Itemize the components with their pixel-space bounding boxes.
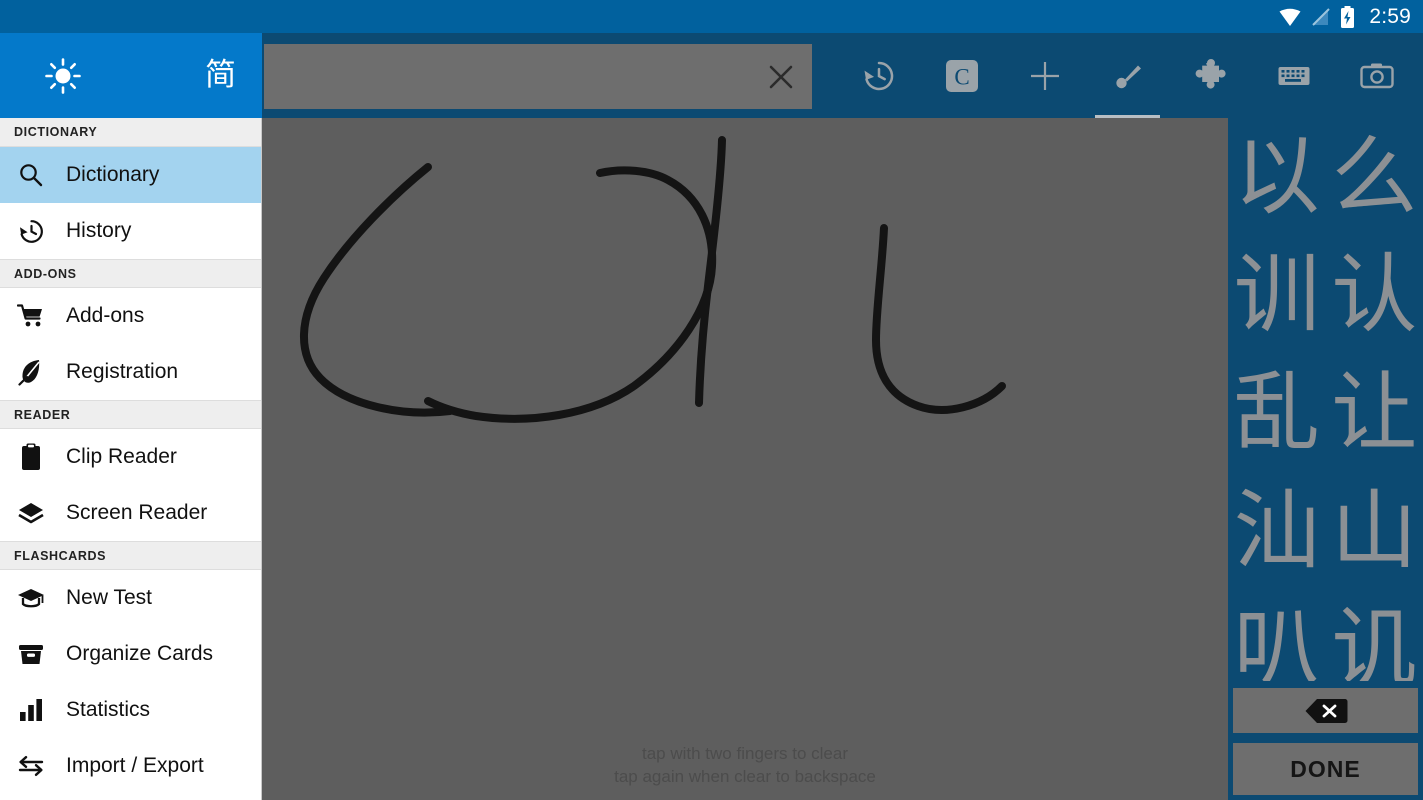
drawer-header: 简 [0, 33, 262, 118]
history-icon [864, 61, 893, 90]
status-bar: 2:59 [0, 0, 1423, 33]
candidate-panel: 以 么 训 认 乱 让 汕 山 叭 讥 DONE [1228, 118, 1423, 800]
ink-strokes [300, 136, 1006, 423]
sidebar-item-label: Screen Reader [66, 501, 208, 524]
candidate-char[interactable]: 以 [1228, 118, 1326, 236]
sidebar-item-history[interactable]: History [0, 203, 261, 259]
sidebar-item-label: Statistics [66, 698, 151, 721]
sidebar-navigation: DICTIONARY Dictionary History ADD-ONS Ad… [0, 118, 262, 800]
language-toggle-button[interactable]: 简 [205, 60, 236, 91]
search-icon [14, 160, 48, 190]
sidebar-section-header-flashcards: FLASHCARDS [0, 541, 261, 570]
candidate-char[interactable]: 汕 [1228, 472, 1326, 590]
close-icon [769, 65, 793, 88]
sidebar-item-label: Registration [66, 360, 179, 383]
candidate-char[interactable]: 讥 [1326, 590, 1423, 681]
sidebar-section-header-dictionary: DICTIONARY [0, 118, 261, 147]
sidebar-item-add-ons[interactable]: Add-ons [0, 288, 261, 344]
clear-search-button[interactable] [758, 54, 804, 100]
search-input[interactable] [280, 63, 758, 90]
sidebar-item-clip-reader[interactable]: Clip Reader [0, 429, 261, 485]
sidebar-item-dictionary[interactable]: Dictionary [0, 147, 261, 203]
tab-add[interactable] [1003, 33, 1086, 118]
signal-off-icon [1312, 7, 1331, 26]
sidebar-item-statistics[interactable]: Statistics [0, 682, 261, 738]
battery-charging-icon [1341, 5, 1355, 28]
candidate-char[interactable]: 训 [1228, 236, 1326, 354]
feather-icon [14, 357, 48, 387]
candidate-char[interactable]: 乱 [1228, 354, 1326, 472]
letter-c-icon: C [945, 59, 978, 92]
app-root: 2:59 简 DICTIONARY Dictionary History ADD… [0, 0, 1423, 800]
sidebar-item-registration[interactable]: Registration [0, 344, 261, 400]
cart-icon [14, 301, 48, 331]
clipboard-icon [14, 442, 48, 472]
sidebar-item-organize-cards[interactable]: Organize Cards [0, 626, 261, 682]
sidebar-item-label: Organize Cards [66, 642, 214, 665]
sidebar-item-label: Import / Export [66, 754, 204, 777]
sidebar-item-label: New Test [66, 586, 152, 609]
tool-tabs: C [837, 33, 1423, 118]
sun-icon[interactable] [44, 57, 82, 95]
sidebar-section-header-reader: READER [0, 400, 261, 429]
wifi-icon [1279, 8, 1301, 26]
layers-icon [14, 498, 48, 528]
candidate-char[interactable]: 认 [1326, 236, 1423, 354]
puzzle-icon [1195, 58, 1226, 89]
candidate-char[interactable]: 山 [1326, 472, 1423, 590]
sidebar-item-label: History [66, 219, 132, 242]
status-clock: 2:59 [1369, 4, 1411, 28]
candidate-row: 以 么 [1228, 118, 1423, 236]
history-icon [14, 216, 48, 246]
candidate-char[interactable]: 叭 [1228, 590, 1326, 681]
tab-keyboard[interactable] [1252, 33, 1335, 118]
svg-text:C: C [954, 64, 969, 89]
sidebar-item-import-export[interactable]: Import / Export [0, 738, 261, 794]
sidebar-item-new-test[interactable]: New Test [0, 570, 261, 626]
bar-chart-icon [14, 695, 48, 725]
brush-icon [1115, 65, 1141, 88]
candidate-row: 叭 讥 [1228, 590, 1423, 681]
candidate-row: 乱 让 [1228, 354, 1423, 472]
tab-radicals[interactable] [1169, 33, 1252, 118]
handwriting-canvas[interactable]: tap with two fingers to clear tap again … [262, 118, 1228, 800]
backspace-icon [1305, 698, 1347, 723]
graduation-cap-icon [14, 583, 48, 613]
tab-history[interactable] [837, 33, 920, 118]
canvas-hint-line-1: tap with two fingers to clear [642, 744, 848, 763]
sidebar-section-header-addons: ADD-ONS [0, 259, 261, 288]
tab-handwriting[interactable] [1086, 33, 1169, 118]
candidate-row: 训 认 [1228, 236, 1423, 354]
plus-icon [1030, 61, 1059, 90]
sidebar-item-label: Clip Reader [66, 445, 177, 468]
sidebar-item-label: Dictionary [66, 163, 160, 186]
candidate-row: 汕 山 [1228, 472, 1423, 590]
candidate-char[interactable]: 么 [1326, 118, 1423, 236]
card-box-icon [14, 639, 48, 669]
camera-icon [1359, 63, 1394, 88]
sidebar-item-label: Add-ons [66, 304, 145, 327]
done-button[interactable]: DONE [1233, 743, 1418, 795]
keyboard-icon [1278, 66, 1309, 85]
transfer-arrows-icon [14, 751, 48, 781]
app-bar: C [262, 33, 1423, 118]
sidebar-item-screen-reader[interactable]: Screen Reader [0, 485, 261, 541]
candidate-list: 以 么 训 认 乱 让 汕 山 叭 讥 [1228, 118, 1423, 681]
status-icon-group: 2:59 [1278, 5, 1411, 29]
backspace-button[interactable] [1233, 688, 1418, 733]
canvas-hint-text: tap with two fingers to clear tap again … [262, 742, 1228, 788]
tab-clipboard[interactable]: C [920, 33, 1003, 118]
candidate-char[interactable]: 让 [1326, 354, 1423, 472]
canvas-hint-line-2: tap again when clear to backspace [614, 767, 876, 786]
search-field[interactable] [264, 44, 812, 109]
tab-camera[interactable] [1335, 33, 1418, 118]
